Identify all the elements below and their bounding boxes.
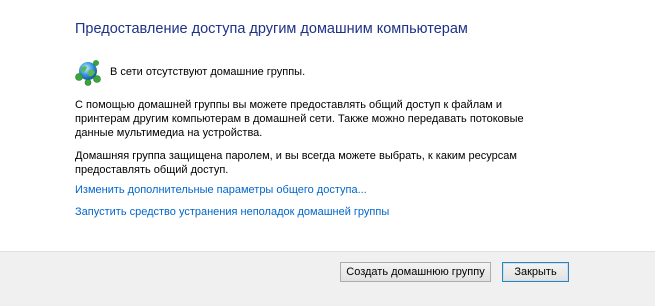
password-description: Домашняя группа защищена паролем, и вы в…: [75, 150, 517, 176]
status-text: В сети отсутствуют домашние группы.: [110, 66, 306, 78]
page-title: Предоставление доступа другим домашним к…: [75, 21, 468, 37]
homegroup-status: В сети отсутствуют домашние группы.: [74, 58, 305, 86]
advanced-sharing-link[interactable]: Изменить дополнительные параметры общего…: [75, 184, 367, 196]
homegroup-description: С помощью домашней группы вы можете пред…: [75, 99, 524, 139]
troubleshoot-link[interactable]: Запустить средство устранения неполадок …: [75, 206, 389, 218]
footer-bar: Создать домашнюю группу Закрыть: [0, 251, 655, 306]
network-globe-icon: [75, 60, 101, 86]
create-homegroup-button[interactable]: Создать домашнюю группу: [340, 262, 491, 282]
close-button[interactable]: Закрыть: [502, 262, 569, 282]
